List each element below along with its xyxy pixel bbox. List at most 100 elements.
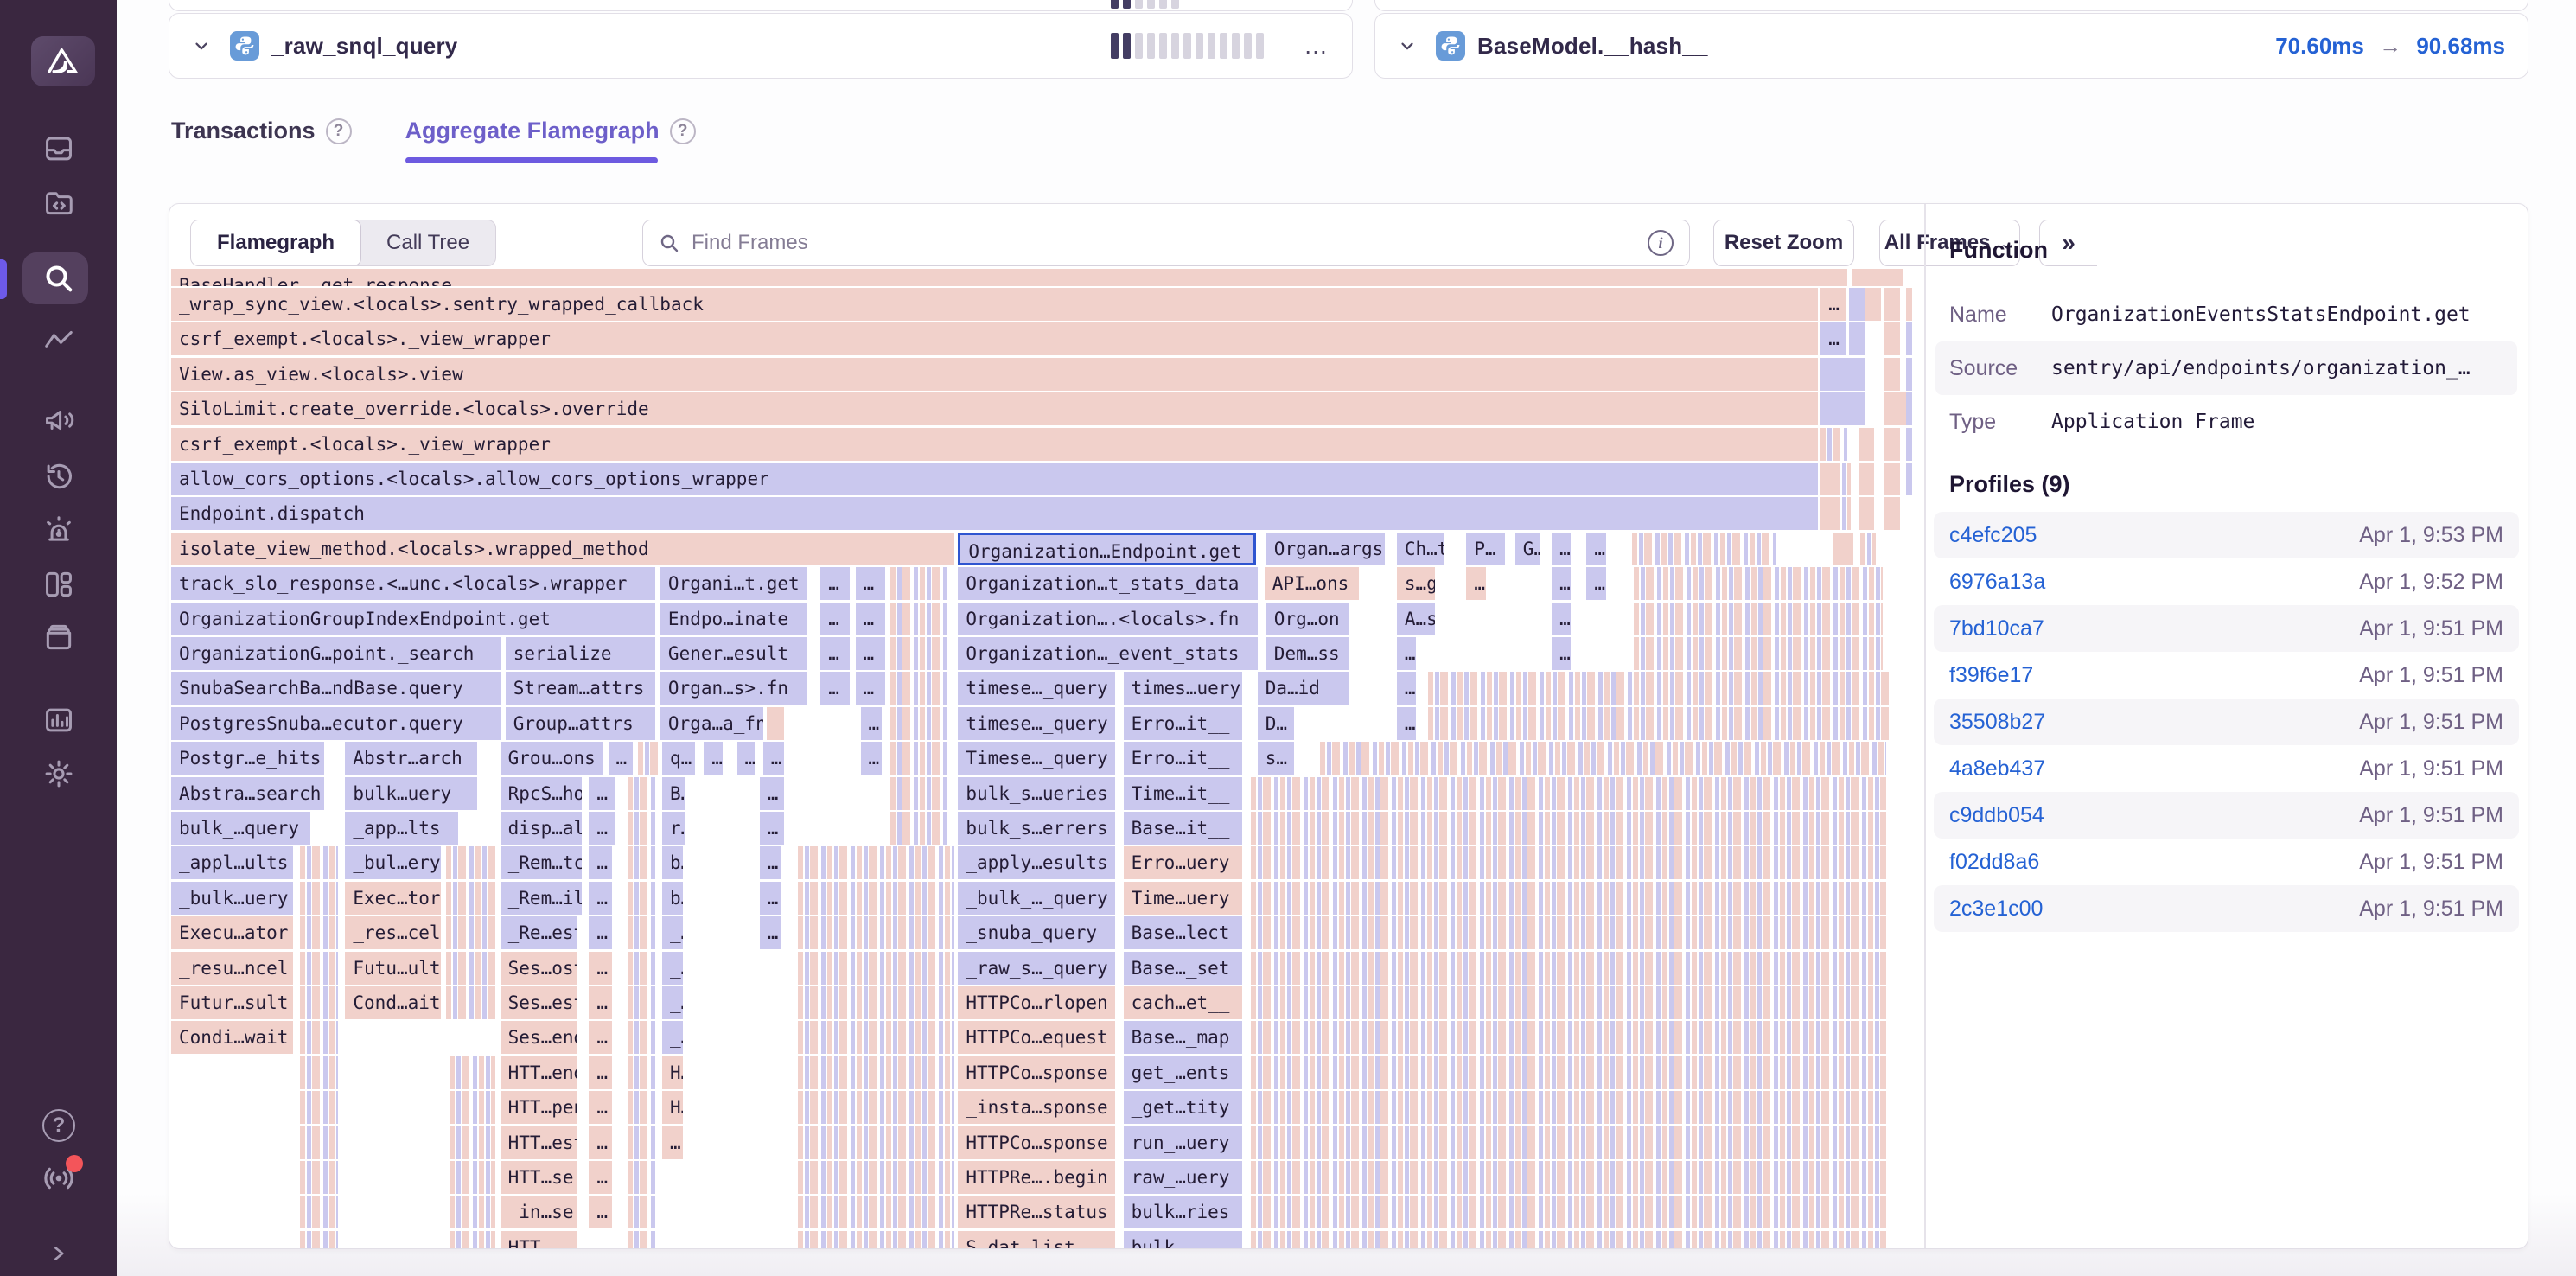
flame-frame[interactable]: _app…lts	[345, 812, 458, 845]
flame-frame[interactable]: s…g	[1397, 567, 1435, 600]
flame-frame[interactable]: …	[589, 1091, 611, 1124]
flame-frame[interactable]: Base…lect	[1124, 916, 1242, 949]
flame-frame[interactable]: _bulk_…_query	[958, 882, 1114, 915]
flame-frame[interactable]: Organization…t_stats_data	[958, 567, 1257, 600]
flame-frame[interactable]: Base…it__	[1124, 812, 1242, 845]
flame-frame[interactable]: cach…et__	[1124, 986, 1242, 1019]
help-question-icon[interactable]: ?	[326, 118, 352, 144]
flame-frame[interactable]: _Re…est	[501, 916, 577, 949]
flame-frame[interactable]: bulk_s…errers	[958, 812, 1114, 845]
flame-frame[interactable]: HTT…end	[501, 1056, 577, 1089]
flame-frame[interactable]: Ses…ost	[501, 952, 577, 985]
flame-frame[interactable]: HTT…pen	[501, 1091, 577, 1124]
flame-frame[interactable]: Org…on	[1266, 603, 1350, 635]
flame-frame[interactable]: PostgresSnuba…ecutor.query	[171, 707, 501, 740]
flame-frame[interactable]: …	[820, 567, 850, 600]
flame-frame[interactable]: Futu…ult	[345, 952, 441, 985]
flame-frame[interactable]: BaseHandler._get_response	[171, 269, 1847, 286]
profile-id-link[interactable]: 35508b27	[1949, 710, 2045, 735]
flame-frame[interactable]: View.as_view.<locals>.view	[171, 358, 1818, 391]
duration-from[interactable]: 70.60ms	[2275, 33, 2364, 59]
flame-frame[interactable]: …	[763, 742, 784, 775]
tab-transactions[interactable]: Transactions ?	[171, 118, 352, 163]
flame-frame[interactable]: _…	[662, 1021, 683, 1054]
flame-frame[interactable]: …	[589, 952, 611, 985]
profile-id-link[interactable]: 2c3e1c00	[1949, 896, 2043, 922]
flame-frame[interactable]: …	[1586, 567, 1605, 600]
flame-frame[interactable]: _in…se	[501, 1196, 577, 1228]
flame-frame[interactable]: HTTPCo…sponse	[958, 1126, 1114, 1159]
flame-frame[interactable]: …	[1552, 603, 1571, 635]
flame-frame[interactable]: …	[609, 742, 633, 775]
flame-frame[interactable]: Organization…_event_stats	[958, 637, 1257, 670]
profile-id-link[interactable]: 7bd10ca7	[1949, 616, 2044, 641]
flame-frame[interactable]: HTTPCo…sponse	[958, 1056, 1114, 1089]
flame-frame[interactable]: Erro…it__	[1124, 742, 1242, 775]
feedback-megaphone-icon[interactable]	[40, 401, 78, 439]
flame-frame[interactable]: Organization….<locals>.fn	[958, 603, 1257, 635]
flame-frame[interactable]: track_slo_response.<…unc.<locals>.wrappe…	[171, 567, 655, 600]
function-row-basemodel-hash[interactable]: BaseModel.__hash__ 70.60ms → 90.68ms	[1374, 13, 2528, 79]
profile-id-link[interactable]: c9ddb054	[1949, 803, 2044, 828]
flame-frame[interactable]: _bulk…uery	[171, 882, 293, 915]
profile-id-link[interactable]: f02dd8a6	[1949, 850, 2039, 875]
flame-frame[interactable]: r…	[662, 812, 685, 845]
flame-frame[interactable]: _wrap_sync_view.<locals>.sentry_wrapped_…	[171, 288, 1818, 321]
profile-id-link[interactable]: c4efc205	[1949, 523, 2037, 548]
flame-frame[interactable]: Group…attrs	[506, 707, 655, 740]
flame-frame[interactable]: times…uery	[1124, 672, 1242, 705]
boards-icon[interactable]	[40, 565, 78, 603]
flame-frame[interactable]: HTTPRe…status	[958, 1196, 1114, 1228]
flame-frame[interactable]: HTTPCo…equest	[958, 1021, 1114, 1054]
profile-id-link[interactable]: 4a8eb437	[1949, 756, 2045, 782]
flame-frame[interactable]: Execu…ator	[171, 916, 293, 949]
flame-frame[interactable]: …	[820, 603, 850, 635]
flame-frame[interactable]: raw_…uery	[1124, 1161, 1242, 1194]
find-frames-input[interactable]	[692, 231, 1648, 255]
flame-frame[interactable]: isolate_view_method.<locals>.wrapped_met…	[171, 533, 954, 565]
flame-frame[interactable]: …	[589, 1126, 611, 1159]
flame-frame[interactable]: _Rem…tch	[501, 846, 583, 879]
flame-frame[interactable]: Cond…ait	[345, 986, 441, 1019]
tab-aggregate-flamegraph[interactable]: Aggregate Flamegraph ?	[405, 118, 696, 163]
flame-frame[interactable]: disp…all	[501, 812, 583, 845]
overflow-menu-icon[interactable]: …	[1304, 41, 1329, 50]
flame-frame[interactable]: OrganizationGroupIndexEndpoint.get	[171, 603, 655, 635]
flame-frame[interactable]: Endpoint.dispatch	[171, 497, 1818, 530]
flame-frame[interactable]: …	[589, 1161, 611, 1194]
flame-frame[interactable]: HTT…est	[501, 1126, 577, 1159]
flame-frame[interactable]: …	[704, 742, 723, 775]
flame-frame[interactable]: allow_cors_options.<locals>.allow_cors_o…	[171, 463, 1818, 495]
flame-frame[interactable]: Time…it__	[1124, 777, 1242, 810]
flame-frame[interactable]: csrf_exempt.<locals>._view_wrapper	[171, 428, 1818, 461]
flame-frame[interactable]: …	[861, 707, 882, 740]
flame-frame[interactable]: _snuba_query	[958, 916, 1114, 949]
flame-frame[interactable]: …	[589, 1056, 611, 1089]
flame-frame[interactable]: HTTPRe….begin	[958, 1161, 1114, 1194]
flame-frame[interactable]: S…dat…list	[958, 1231, 1114, 1249]
flame-frame[interactable]: Dem…ss	[1266, 637, 1350, 670]
flame-frame[interactable]: H…	[662, 1056, 683, 1089]
settings-gear-icon[interactable]	[40, 755, 78, 793]
flame-frame[interactable]: Base…_set	[1124, 952, 1242, 985]
flame-frame[interactable]: Exec…tor	[345, 882, 441, 915]
flame-frame[interactable]: run_…uery	[1124, 1126, 1242, 1159]
flame-frame[interactable]: bulk_…query	[171, 812, 310, 845]
profile-id-link[interactable]: f39f6e17	[1949, 663, 2033, 688]
stats-icon[interactable]	[40, 701, 78, 739]
duration-to[interactable]: 90.68ms	[2416, 33, 2505, 59]
flame-frame[interactable]: Abstr…arch	[345, 742, 477, 775]
flame-frame[interactable]: G…	[1515, 533, 1540, 565]
flame-frame[interactable]: timese…_query	[958, 672, 1114, 705]
flame-frame[interactable]: _…	[662, 986, 683, 1019]
flame-frame[interactable]: …	[861, 742, 882, 775]
flame-frame[interactable]: …	[760, 916, 781, 949]
flame-frame[interactable]: _apply…esults	[958, 846, 1114, 879]
flamegraph-segment-button[interactable]: Flamegraph	[190, 220, 361, 266]
flame-frame[interactable]: s…	[1258, 742, 1294, 775]
flame-frame[interactable]: Abstra…search	[171, 777, 324, 810]
flame-frame[interactable]: _bul…ery	[345, 846, 441, 879]
flame-frame[interactable]: Condi…wait	[171, 1021, 293, 1054]
flame-frame[interactable]: Endpo…inate	[660, 603, 807, 635]
flame-frame[interactable]: HTTPCo…rlopen	[958, 986, 1114, 1019]
